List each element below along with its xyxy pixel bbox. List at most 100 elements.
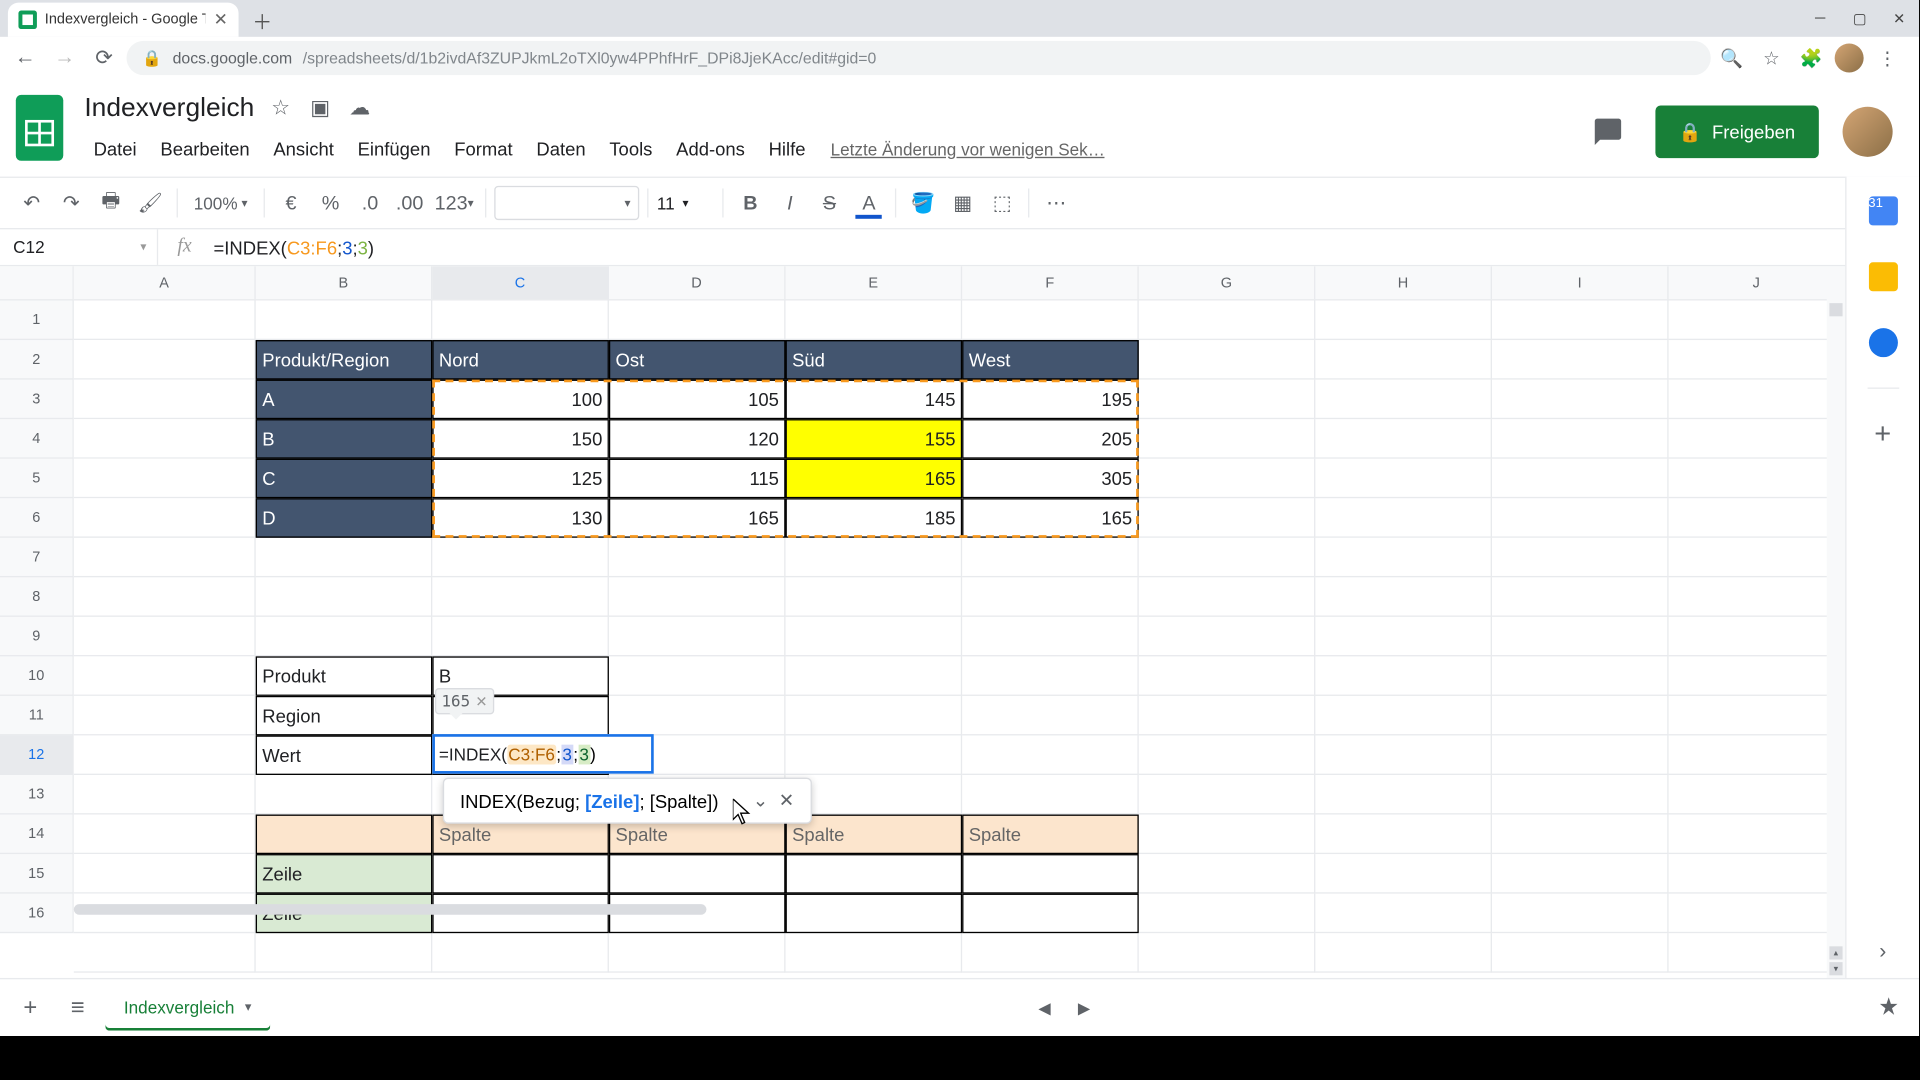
- row-header[interactable]: 9: [0, 617, 72, 657]
- hide-sidepanel-icon[interactable]: ›: [1879, 941, 1886, 965]
- move-icon[interactable]: ▣: [307, 95, 333, 121]
- add-addon-icon[interactable]: +: [1862, 413, 1904, 455]
- formula-bar-input[interactable]: =INDEX(C3:F6;3;3): [211, 237, 1919, 258]
- tab-nav-left[interactable]: ◀: [1025, 988, 1065, 1028]
- cell[interactable]: Nord: [432, 340, 609, 380]
- column-header[interactable]: F: [962, 266, 1139, 299]
- cell[interactable]: Produkt/Region: [256, 340, 433, 380]
- calendar-icon[interactable]: 31: [1862, 190, 1904, 232]
- strikethrough-button[interactable]: S: [811, 185, 848, 222]
- text-color-button[interactable]: A: [851, 185, 888, 222]
- column-header[interactable]: B: [256, 266, 433, 299]
- cell[interactable]: Süd: [786, 340, 963, 380]
- browser-tab[interactable]: Indexvergleich - Google Tabellen ✕: [8, 3, 239, 37]
- keep-icon[interactable]: [1862, 256, 1904, 298]
- select-all-corner[interactable]: [0, 266, 74, 300]
- cell[interactable]: West: [962, 340, 1139, 380]
- row-header[interactable]: 16: [0, 894, 72, 934]
- more-toolbar-button[interactable]: ⋯: [1038, 185, 1075, 222]
- window-close-button[interactable]: ✕: [1879, 0, 1919, 37]
- tasks-icon[interactable]: [1862, 322, 1904, 364]
- borders-button[interactable]: ▦: [944, 185, 981, 222]
- profile-avatar-small[interactable]: [1835, 43, 1864, 72]
- row-header[interactable]: 1: [0, 301, 72, 341]
- decrease-decimal-button[interactable]: .0: [352, 185, 389, 222]
- bold-button[interactable]: B: [732, 185, 769, 222]
- bookmark-icon[interactable]: ☆: [1756, 42, 1788, 74]
- window-minimize-button[interactable]: ─: [1800, 0, 1840, 37]
- fill-color-button[interactable]: 🪣: [905, 185, 942, 222]
- row-header[interactable]: 3: [0, 380, 72, 420]
- row-header[interactable]: 8: [0, 577, 72, 617]
- redo-button[interactable]: ↷: [53, 185, 90, 222]
- cell[interactable]: [74, 340, 256, 380]
- sheet-tab-active[interactable]: Indexvergleich ▾: [105, 985, 270, 1030]
- sheets-logo[interactable]: [13, 92, 66, 163]
- cloud-icon[interactable]: ☁: [347, 95, 373, 121]
- menu-datei[interactable]: Datei: [84, 133, 146, 165]
- star-icon[interactable]: ☆: [268, 95, 294, 121]
- row-header[interactable]: 12: [0, 735, 72, 775]
- menu-format[interactable]: Format: [445, 133, 522, 165]
- zoom-select[interactable]: 100% ▾: [186, 193, 256, 213]
- print-button[interactable]: 🖶: [92, 185, 129, 222]
- cell[interactable]: Ost: [609, 340, 786, 380]
- menu-addons[interactable]: Add-ons: [667, 133, 754, 165]
- address-bar[interactable]: 🔒 docs.google.com/spreadsheets/d/1b2ivdA…: [127, 41, 1711, 75]
- row-header[interactable]: 5: [0, 459, 72, 499]
- window-maximize-button[interactable]: ▢: [1840, 0, 1880, 37]
- italic-button[interactable]: I: [771, 185, 808, 222]
- last-edit-link[interactable]: Letzte Änderung vor wenigen Sek…: [831, 139, 1105, 159]
- row-header[interactable]: 2: [0, 340, 72, 380]
- account-avatar[interactable]: [1843, 107, 1893, 157]
- share-button[interactable]: 🔒 Freigeben: [1655, 105, 1819, 158]
- font-select[interactable]: ▾: [495, 186, 640, 220]
- back-button[interactable]: ←: [8, 41, 42, 75]
- row-header[interactable]: 6: [0, 498, 72, 538]
- zoom-icon[interactable]: 🔍: [1716, 42, 1748, 74]
- close-help-icon[interactable]: ✕: [779, 789, 794, 811]
- close-hint-icon[interactable]: ✕: [475, 693, 487, 710]
- vertical-scrollbar[interactable]: ▴ ▾: [1827, 266, 1845, 978]
- row-header[interactable]: 7: [0, 538, 72, 578]
- name-box[interactable]: C12: [0, 229, 158, 265]
- browser-menu-icon[interactable]: ⋮: [1872, 42, 1904, 74]
- percent-button[interactable]: %: [312, 185, 349, 222]
- increase-decimal-button[interactable]: .00: [391, 185, 428, 222]
- row-header[interactable]: 15: [0, 854, 72, 894]
- font-size-select[interactable]: 11 ▾: [657, 193, 715, 213]
- merge-button[interactable]: ⬚: [984, 185, 1021, 222]
- extensions-icon[interactable]: 🧩: [1795, 42, 1827, 74]
- menu-hilfe[interactable]: Hilfe: [759, 133, 814, 165]
- paint-format-button[interactable]: 🖌: [132, 185, 169, 222]
- tab-nav-right[interactable]: ▶: [1064, 988, 1104, 1028]
- row-header[interactable]: 11: [0, 696, 72, 736]
- explore-button[interactable]: [1869, 988, 1909, 1028]
- menu-bearbeiten[interactable]: Bearbeiten: [151, 133, 259, 165]
- document-title[interactable]: Indexvergleich: [84, 93, 254, 123]
- column-header[interactable]: I: [1492, 266, 1669, 299]
- all-sheets-button[interactable]: ≡: [58, 988, 98, 1028]
- horizontal-scrollbar[interactable]: [74, 904, 707, 915]
- currency-button[interactable]: €: [273, 185, 310, 222]
- format-123-button[interactable]: 123 ▾: [431, 185, 478, 222]
- column-header[interactable]: H: [1315, 266, 1492, 299]
- menu-tools[interactable]: Tools: [600, 133, 662, 165]
- column-header[interactable]: A: [74, 266, 256, 299]
- reload-button[interactable]: ⟳: [87, 41, 121, 75]
- row-header[interactable]: 10: [0, 656, 72, 696]
- close-tab-icon[interactable]: ✕: [214, 9, 228, 30]
- row-header[interactable]: 14: [0, 815, 72, 855]
- menu-ansicht[interactable]: Ansicht: [264, 133, 343, 165]
- column-header[interactable]: E: [786, 266, 963, 299]
- column-header[interactable]: C: [432, 266, 609, 299]
- column-header[interactable]: G: [1139, 266, 1316, 299]
- add-sheet-button[interactable]: +: [11, 988, 51, 1028]
- row-header[interactable]: 4: [0, 419, 72, 459]
- comments-button[interactable]: [1584, 108, 1631, 155]
- forward-button[interactable]: →: [47, 41, 81, 75]
- menu-daten[interactable]: Daten: [527, 133, 595, 165]
- new-tab-button[interactable]: ＋: [246, 5, 278, 37]
- column-header[interactable]: J: [1669, 266, 1846, 299]
- menu-einfuegen[interactable]: Einfügen: [348, 133, 439, 165]
